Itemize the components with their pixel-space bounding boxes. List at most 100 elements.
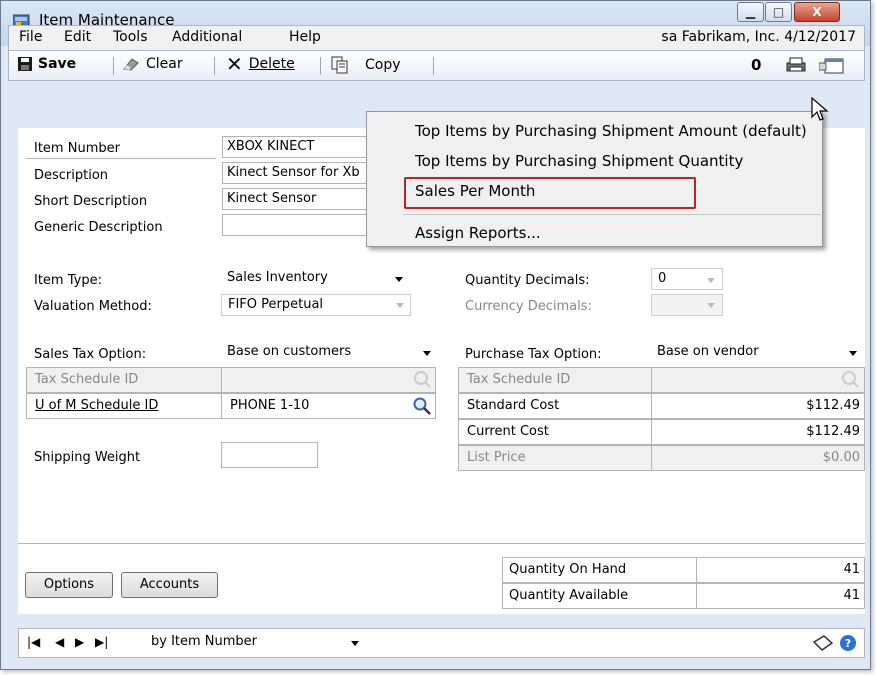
user-company-date: sa Fabrikam, Inc. 4/12/2017 xyxy=(661,29,856,45)
item-number-field[interactable]: XBOX KINECT xyxy=(222,136,372,158)
list-price-label: List Price xyxy=(458,445,652,471)
item-type-value: Sales Inventory xyxy=(227,270,328,285)
quantity-decimals-dropdown[interactable]: 0 xyxy=(651,268,723,290)
standard-cost-field[interactable]: $112.49 xyxy=(651,393,865,419)
sales-tax-option-dropdown[interactable]: Base on customers xyxy=(221,342,439,364)
navigation-bar: |◀ ◀ ▶ ▶| by Item Number ? xyxy=(18,628,865,658)
tax-schedule-id-label: Tax Schedule ID xyxy=(26,367,222,393)
copy-icon xyxy=(331,56,348,74)
chevron-down-icon xyxy=(707,303,715,308)
help-icon[interactable]: ? xyxy=(839,634,857,652)
purchase-tax-option-dropdown[interactable]: Base on vendor xyxy=(651,342,865,364)
menu-separator xyxy=(403,214,821,215)
eraser-icon xyxy=(123,58,139,71)
toolbar-separator xyxy=(113,57,114,75)
report-item-top-items-quantity[interactable]: Top Items by Purchasing Shipment Quantit… xyxy=(415,152,743,170)
save-label: Save xyxy=(38,56,77,72)
generic-description-label: Generic Description xyxy=(34,220,163,235)
chevron-down-icon xyxy=(707,278,715,283)
quantity-decimals-value: 0 xyxy=(658,271,667,286)
quantity-decimals-label: Quantity Decimals: xyxy=(465,273,590,288)
divider xyxy=(18,543,865,544)
generic-description-field[interactable] xyxy=(222,214,372,236)
sales-tax-option-label: Sales Tax Option: xyxy=(34,347,147,362)
quantity-available-field: 41 xyxy=(696,583,865,609)
report-item-sales-per-month[interactable]: Sales Per Month xyxy=(415,182,535,200)
clear-label: Clear xyxy=(146,56,183,72)
chevron-down-icon xyxy=(423,351,431,356)
delete-x-icon: ✕ xyxy=(226,52,243,76)
sales-tax-option-value: Base on customers xyxy=(227,344,352,359)
lookup-disabled-icon xyxy=(842,371,859,388)
delete-button[interactable]: ✕ Delete xyxy=(226,52,295,76)
reports-popup-menu: Top Items by Purchasing Shipment Amount … xyxy=(366,111,823,247)
first-record-icon[interactable]: |◀ xyxy=(27,635,40,649)
quantity-available-label: Quantity Available xyxy=(502,583,697,609)
save-icon xyxy=(18,57,32,71)
save-button[interactable]: Save xyxy=(18,56,76,72)
menu-bar: File Edit Tools Additional Help sa Fabri… xyxy=(8,25,865,51)
uofm-schedule-id-field[interactable]: PHONE 1-10 xyxy=(221,393,436,419)
quantity-on-hand-field: 41 xyxy=(696,557,865,583)
short-description-label: Short Description xyxy=(34,194,148,209)
reports-icon[interactable] xyxy=(819,57,845,75)
printer-icon[interactable] xyxy=(785,57,807,73)
shipping-weight-field[interactable] xyxy=(221,442,318,468)
clear-button[interactable]: Clear xyxy=(122,56,183,72)
chevron-down-icon xyxy=(395,277,403,282)
toolbar-separator xyxy=(214,57,215,75)
menu-help[interactable]: Help xyxy=(289,29,321,45)
maximize-button[interactable]: □ xyxy=(765,2,792,22)
chevron-down-icon xyxy=(849,351,857,356)
menu-file[interactable]: File xyxy=(19,29,42,45)
lookup-disabled-icon xyxy=(414,371,431,388)
purchase-tax-schedule-id-field[interactable] xyxy=(651,367,865,393)
tax-schedule-id-field[interactable] xyxy=(221,367,436,393)
minimize-button[interactable]: ▁ xyxy=(737,2,764,22)
uofm-schedule-id-label[interactable]: U of M Schedule ID xyxy=(26,393,222,419)
menu-tools[interactable]: Tools xyxy=(113,29,148,45)
purchase-tax-schedule-id-label: Tax Schedule ID xyxy=(458,367,652,393)
chevron-down-icon xyxy=(396,303,404,308)
next-record-icon[interactable]: ▶ xyxy=(75,635,84,649)
current-cost-field[interactable]: $112.49 xyxy=(651,419,865,445)
list-price-field[interactable]: $0.00 xyxy=(651,445,865,471)
shipping-weight-label: Shipping Weight xyxy=(34,450,141,465)
report-item-assign-reports[interactable]: Assign Reports... xyxy=(415,224,541,242)
toolbar-separator xyxy=(433,57,434,75)
quantity-on-hand-label: Quantity On Hand xyxy=(502,557,697,583)
valuation-method-label: Valuation Method: xyxy=(34,299,152,314)
note-icon[interactable] xyxy=(812,634,834,652)
purchase-tax-option-value: Base on vendor xyxy=(657,344,759,359)
item-type-dropdown[interactable]: Sales Inventory xyxy=(221,268,411,290)
menu-additional[interactable]: Additional xyxy=(172,29,242,45)
attachment-icon[interactable]: 0 xyxy=(751,56,761,74)
description-field[interactable]: Kinect Sensor for Xb xyxy=(222,162,372,184)
divider xyxy=(26,158,216,159)
sort-by-value: by Item Number xyxy=(151,634,258,649)
description-label: Description xyxy=(34,168,109,183)
report-item-top-items-amount[interactable]: Top Items by Purchasing Shipment Amount … xyxy=(415,122,807,140)
valuation-method-value: FIFO Perpetual xyxy=(228,297,324,312)
sort-by-dropdown[interactable]: by Item Number xyxy=(145,632,367,654)
short-description-field[interactable]: Kinect Sensor xyxy=(222,188,372,210)
item-type-label: Item Type: xyxy=(34,273,102,288)
item-number-label: Item Number xyxy=(34,141,120,156)
accounts-button[interactable]: Accounts xyxy=(121,572,218,598)
item-maintenance-window: Item Maintenance ▁ □ X File Edit Tools A… xyxy=(0,0,871,670)
standard-cost-label: Standard Cost xyxy=(458,393,652,419)
options-button[interactable]: Options xyxy=(25,572,113,598)
currency-decimals-label: Currency Decimals: xyxy=(465,299,592,314)
svg-text:?: ? xyxy=(845,637,851,650)
search-icon[interactable] xyxy=(412,396,432,416)
previous-record-icon[interactable]: ◀ xyxy=(55,635,64,649)
delete-label: Delete xyxy=(248,56,295,72)
copy-label: Copy xyxy=(365,57,401,73)
menu-edit[interactable]: Edit xyxy=(64,29,91,45)
mouse-cursor-icon xyxy=(811,97,829,121)
copy-button[interactable]: Copy xyxy=(331,56,401,74)
last-record-icon[interactable]: ▶| xyxy=(95,635,108,649)
currency-decimals-dropdown[interactable] xyxy=(651,294,723,316)
valuation-method-dropdown[interactable]: FIFO Perpetual xyxy=(221,294,411,316)
close-button[interactable]: X xyxy=(794,2,840,22)
